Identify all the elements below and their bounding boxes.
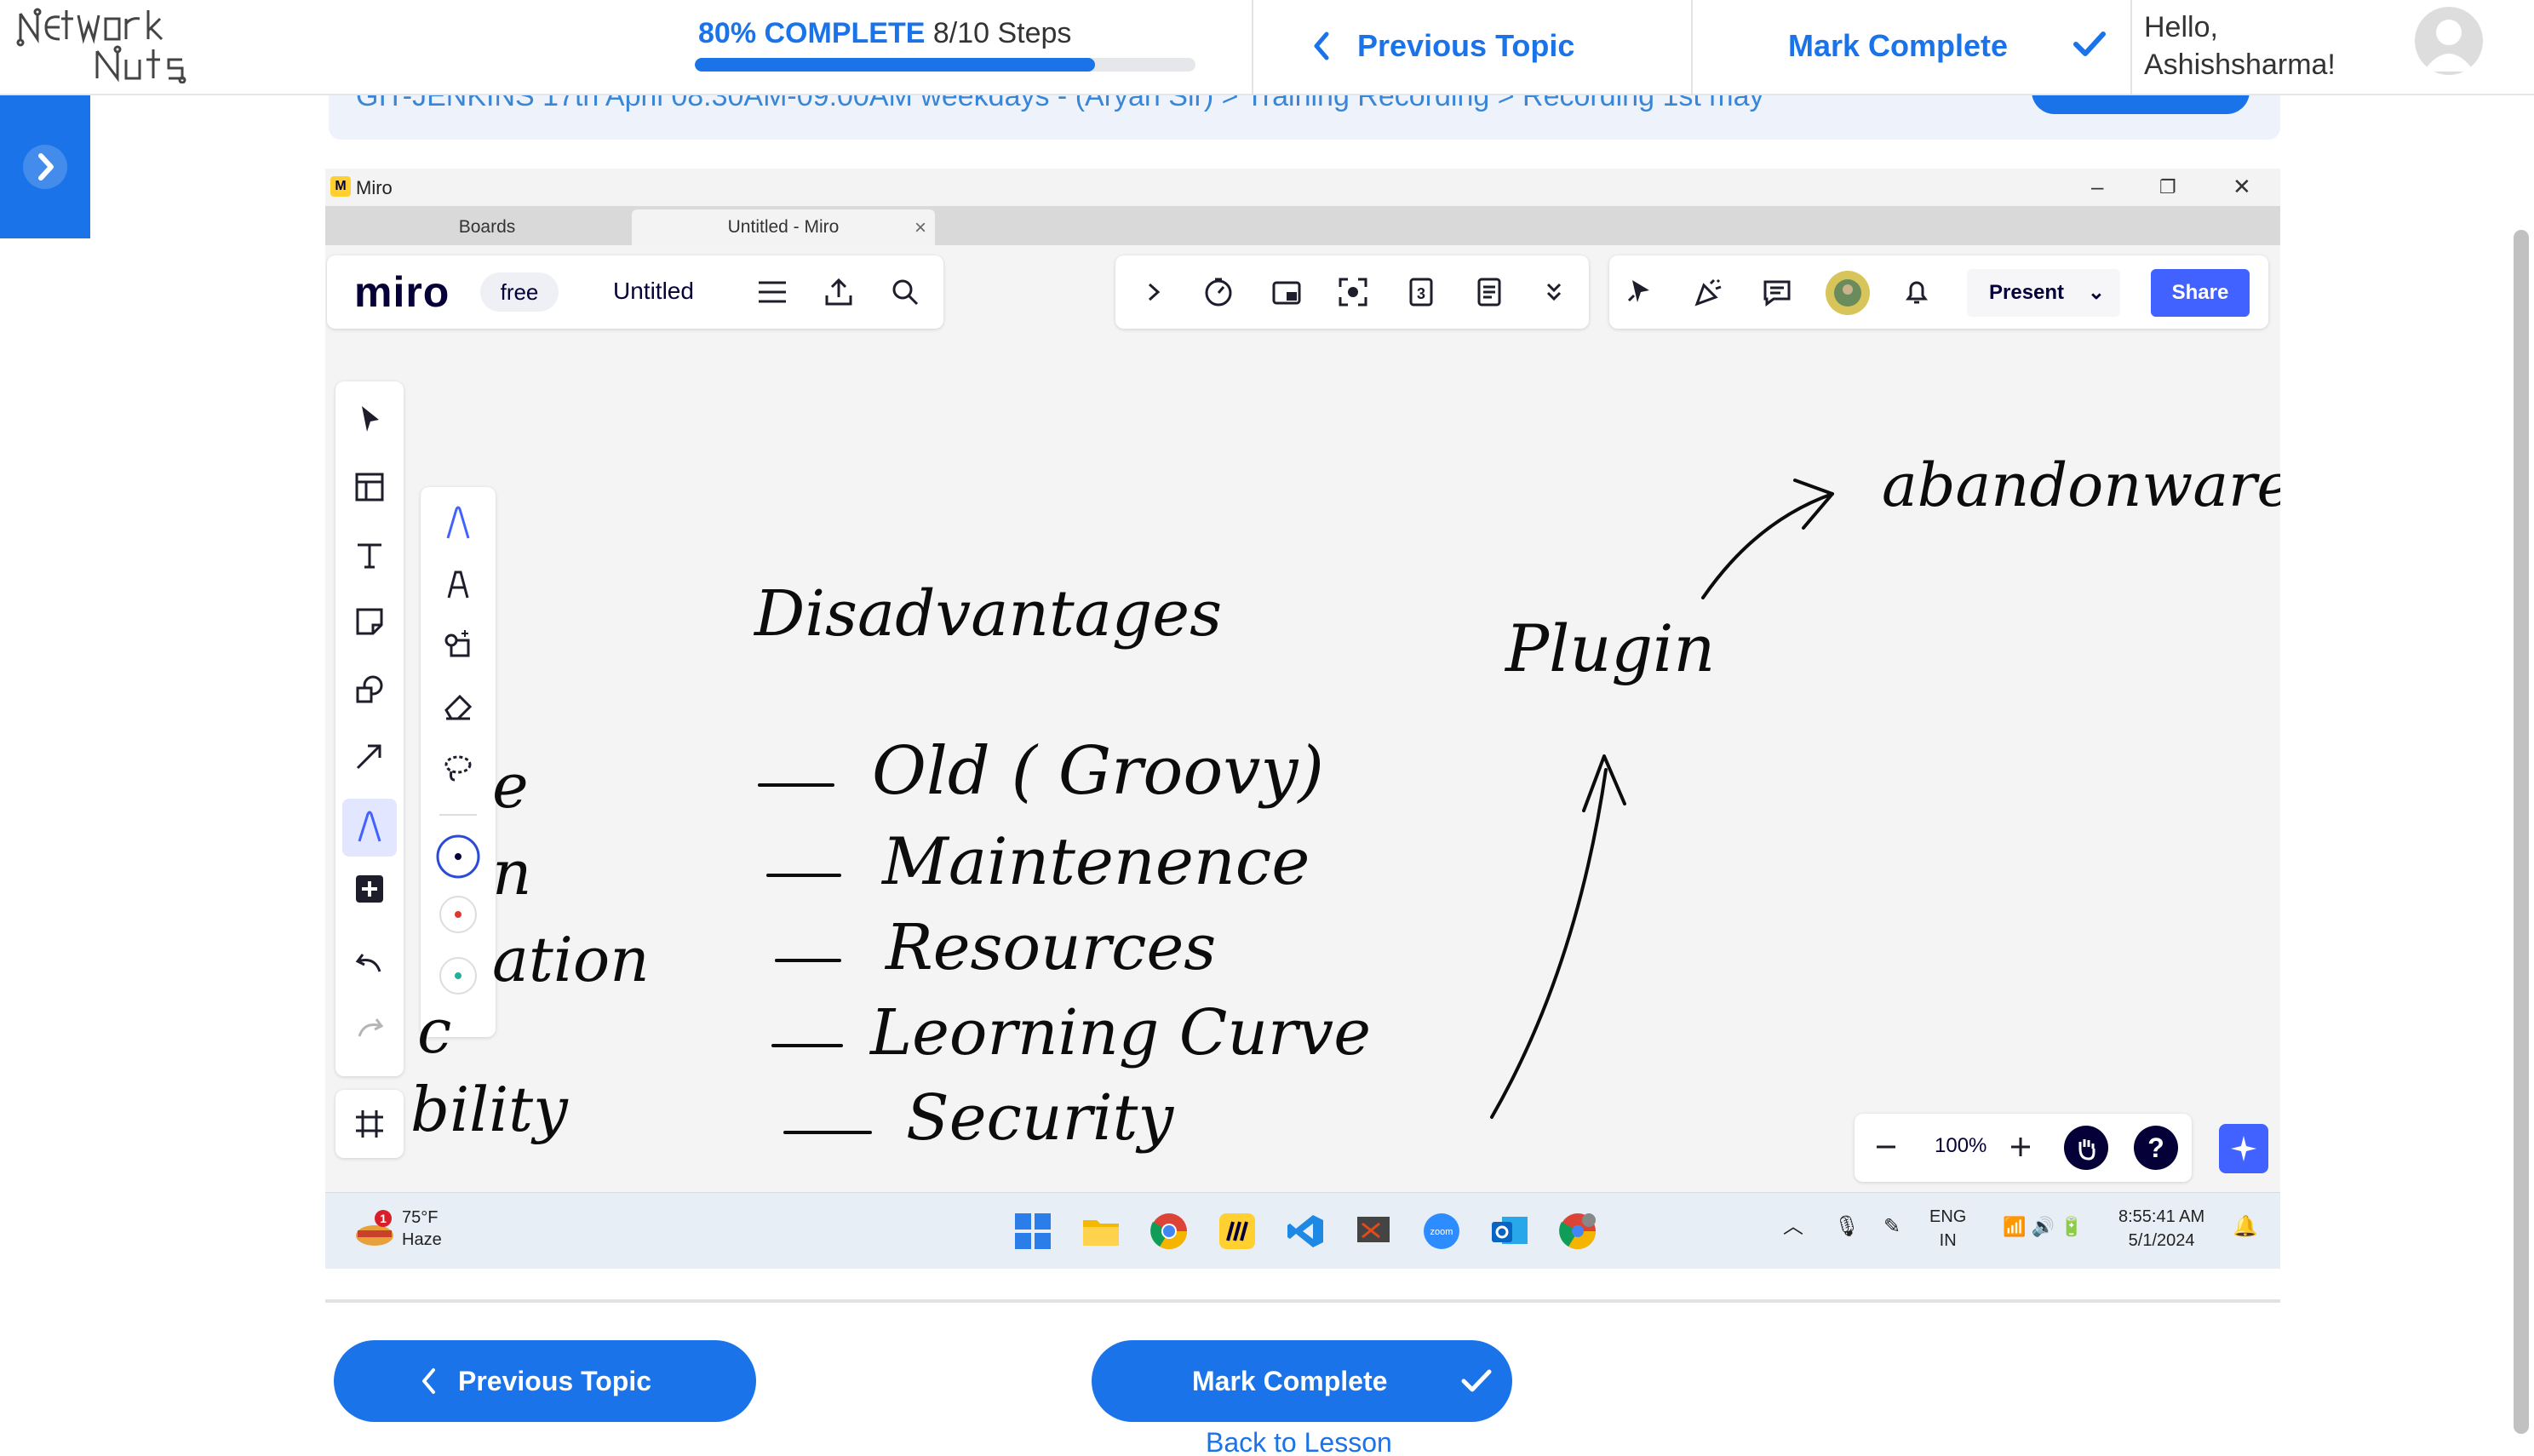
board-item-1: Old ( Groovy) [872, 733, 1324, 810]
zoom-in-icon[interactable] [2003, 1129, 2038, 1165]
windows-taskbar: 1 75°F Haze zoom ︿ 🎙 ✎ ENG IN 📶 🔊 🔋 8:55… [325, 1192, 2280, 1269]
file-explorer-icon[interactable] [1081, 1212, 1121, 1251]
mark-complete-button[interactable]: Mark Complete [1092, 1340, 1512, 1422]
pen-input-icon[interactable]: ✎ [1883, 1215, 1900, 1239]
chrome-icon[interactable] [1149, 1212, 1189, 1251]
tab-boards[interactable]: Boards [334, 209, 640, 245]
temperature: 75°F [402, 1208, 439, 1227]
abandonware-label: abandonware [1882, 450, 2280, 520]
clock-time: 8:55:41 AM [2118, 1207, 2205, 1226]
vscode-icon[interactable] [1286, 1212, 1325, 1251]
handwritten-drawing: Disadvantages Old ( Groovy) Maintenence … [410, 450, 2280, 1155]
header-divider [2130, 0, 2132, 95]
wifi-volume-battery-icons[interactable]: 📶 🔊 🔋 [2003, 1215, 2083, 1239]
miro-board-canvas[interactable]: miro free Untitled 3 Present ⌄ Share Dis… [325, 245, 2280, 1192]
hand-tool-icon[interactable] [2064, 1126, 2108, 1170]
tab-label: Untitled - Miro [727, 217, 840, 237]
content-divider [325, 1299, 2280, 1303]
left-fragment-3: ation [492, 924, 650, 995]
checkmark-icon[interactable] [2071, 27, 2108, 61]
ai-assist-icon[interactable] [2219, 1124, 2268, 1173]
language-line-1: ENG [1929, 1207, 1967, 1226]
page: GIT-JENKINS 17th April 08:30AM-09:00AM w… [0, 0, 2534, 1456]
header-mark-complete-label: Mark Complete [1788, 28, 2009, 63]
checkmark-icon [1461, 1369, 1492, 1392]
chevron-left-icon [422, 1368, 435, 1394]
previous-topic-label: Previous Topic [458, 1365, 652, 1396]
course-progress: 80% COMPLETE 8/10 Steps [695, 0, 1253, 94]
back-to-lesson-link[interactable]: Back to Lesson [1206, 1427, 1392, 1456]
progress-fill [695, 58, 1096, 72]
top-header: 80% COMPLETE 8/10 Steps Previous Topic M… [0, 0, 2534, 95]
board-item-2: Maintenence [880, 823, 1310, 899]
tab-label: Boards [458, 217, 516, 237]
browser-tabs: Boards Untitled - Miro × [325, 206, 2280, 245]
header-previous-topic-label: Previous Topic [1357, 28, 1575, 63]
microphone-icon[interactable]: 🎙 [1834, 1215, 1860, 1239]
restore-icon[interactable]: ❐ [2159, 176, 2176, 198]
header-divider [1252, 0, 1253, 95]
network-nuts-logo[interactable] [15, 7, 204, 83]
previous-topic-button[interactable]: Previous Topic [334, 1340, 756, 1422]
header-mark-complete-button[interactable]: Mark Complete [1788, 20, 2008, 72]
close-icon[interactable]: ✕ [2233, 174, 2251, 200]
tab-untitled-miro[interactable]: Untitled - Miro × [632, 209, 935, 245]
weather-condition: Haze [402, 1230, 442, 1249]
outlook-icon[interactable] [1490, 1212, 1529, 1251]
zoom-app-icon[interactable]: zoom [1422, 1212, 1461, 1251]
weather-widget[interactable]: 75°F Haze [402, 1207, 442, 1251]
progress-steps: 8/10 Steps [932, 17, 1072, 49]
language-indicator[interactable]: ENG IN [1929, 1205, 1966, 1253]
taskbar-apps: zoom [1013, 1212, 1597, 1251]
left-fragment-2: n [492, 837, 531, 909]
windows-start-icon[interactable] [1013, 1212, 1052, 1251]
board-heading: Disadvantages [753, 577, 1222, 651]
clock-date: 5/1/2024 [2128, 1231, 2195, 1250]
window-title: Miro [356, 177, 393, 198]
chevron-left-icon [1314, 32, 1329, 60]
clock[interactable]: 8:55:41 AM 5/1/2024 [2118, 1205, 2204, 1253]
board-item-3: Resources [884, 911, 1216, 984]
help-icon[interactable]: ? [2134, 1126, 2178, 1170]
greeting-line-1: Hello, [2144, 11, 2218, 43]
weather-badge: 1 [380, 1212, 387, 1225]
sidebar-toggle-button[interactable] [0, 95, 90, 238]
snipping-tool-icon[interactable] [1354, 1212, 1393, 1251]
minimize-icon[interactable]: – [2091, 174, 2103, 200]
tab-close-icon[interactable]: × [914, 216, 926, 240]
lesson-video-frame: M Miro – ❐ ✕ Boards Untitled - Miro × mir… [325, 169, 2280, 1269]
header-divider [1691, 0, 1693, 95]
user-greeting: Hello, Ashishsharma! [2144, 9, 2336, 83]
chevron-right-icon [23, 145, 67, 189]
show-hidden-icons[interactable]: ︿ [1783, 1215, 1803, 1239]
mark-complete-label: Mark Complete [1192, 1365, 1388, 1396]
avatar[interactable] [2415, 7, 2483, 75]
notification-bell-icon[interactable]: 🔔 [2233, 1215, 2258, 1239]
chrome-profile-icon[interactable] [1558, 1212, 1597, 1251]
header-previous-topic-button[interactable]: Previous Topic [1311, 20, 1574, 72]
zoom-out-icon[interactable] [1868, 1129, 1904, 1165]
svg-text:zoom: zoom [1430, 1227, 1453, 1237]
progress-bar [695, 58, 1195, 72]
board-item-5: Security [906, 1081, 1174, 1155]
board-item-4: Leorning Curve [869, 996, 1371, 1069]
user-avatar-icon [2423, 20, 2474, 72]
progress-label: 80% COMPLETE 8/10 Steps [698, 17, 1071, 50]
weather-icon[interactable]: 1 [353, 1208, 397, 1253]
miro-app-icon: M [330, 176, 351, 197]
left-fragment-5: bility [410, 1074, 569, 1145]
window-titlebar: M Miro – ❐ ✕ [325, 169, 2280, 206]
miro-taskbar-icon[interactable] [1218, 1212, 1257, 1251]
left-fragment-1: e [492, 750, 529, 822]
left-fragment-4: c [417, 995, 451, 1067]
plugin-label: Plugin [1504, 610, 1715, 686]
language-line-2: IN [1939, 1231, 1957, 1250]
page-scrollbar[interactable] [2514, 230, 2529, 1434]
greeting-username: Ashishsharma! [2144, 49, 2336, 81]
zoom-level[interactable]: 100% [1935, 1134, 1986, 1158]
zoom-panel: 100% ? [1855, 1114, 2192, 1182]
progress-percent: 80% COMPLETE [698, 17, 926, 49]
